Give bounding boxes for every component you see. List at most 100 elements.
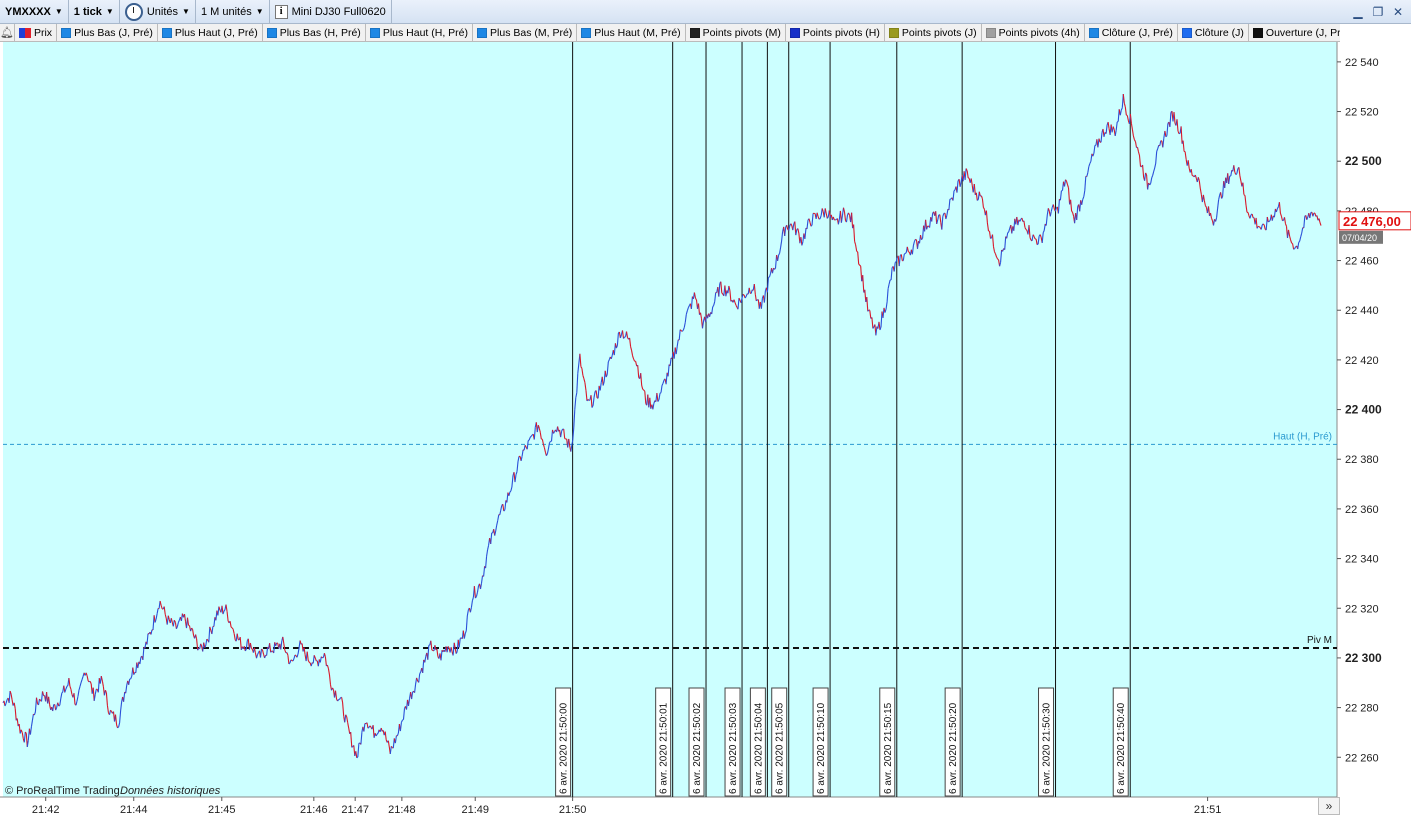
price-segment [756, 300, 757, 301]
instrument-name: Mini DJ30 Full0620 [292, 6, 386, 18]
legend-swatch [1253, 28, 1263, 38]
price-segment [589, 400, 590, 401]
price-segment [291, 660, 292, 661]
legend-item[interactable]: Plus Haut (M, Pré) [577, 24, 685, 42]
price-segment [1061, 190, 1062, 191]
info-icon[interactable]: i [275, 5, 288, 19]
chart-area[interactable]: 22 26022 28022 30022 32022 34022 36022 3… [0, 42, 1411, 819]
legend-item[interactable]: Plus Bas (M, Pré) [473, 24, 577, 42]
instrument-info[interactable]: i Mini DJ30 Full0620 [270, 0, 392, 24]
x-tick-label: 21:47 [341, 804, 369, 816]
price-segment [565, 439, 566, 440]
x-tick-label: 21:44 [120, 804, 148, 816]
minimize-icon[interactable]: ▁ [1351, 5, 1365, 19]
units-label: Unités [147, 6, 178, 18]
y-tick-label: 22 460 [1345, 256, 1379, 268]
indicator-legend: 🔔︎ Prix Plus Bas (J, Pré)Plus Haut (J, Pr… [0, 24, 1340, 42]
x-tick-label: 21:51 [1194, 804, 1222, 816]
price-segment [977, 200, 978, 201]
x-tick-label: 21:49 [461, 804, 489, 816]
y-tick-label: 22 320 [1345, 603, 1379, 615]
price-segment [403, 719, 404, 720]
units-count-selector[interactable]: 1 M unités ▼ [196, 0, 270, 24]
data-note-text: Données historiques [120, 785, 221, 797]
legend-item[interactable]: Points pivots (H) [786, 24, 885, 42]
price-segment [991, 238, 992, 239]
legend-swatch [61, 28, 71, 38]
current-date-label: 07/04/20 [1342, 233, 1377, 243]
price-segment [1292, 243, 1293, 244]
price-segment [819, 219, 820, 220]
price-segment [189, 625, 190, 626]
price-segment [67, 685, 68, 686]
event-marker-label: 6 avr. 2020 21:50:30 [1042, 702, 1053, 794]
x-tick-label: 21:50 [559, 804, 587, 816]
event-marker-label: 6 avr. 2020 21:50:20 [948, 702, 959, 794]
interval-selector[interactable]: 1 tick ▼ [69, 0, 120, 24]
legend-item[interactable]: Ouverture (J, Pré) [1249, 24, 1340, 42]
price-segment [1026, 229, 1027, 230]
legend-label: Plus Haut (M, Pré) [594, 27, 680, 39]
event-marker-label: 6 avr. 2020 21:50:15 [883, 702, 894, 794]
legend-item[interactable]: Clôture (J, Pré) [1085, 24, 1178, 42]
y-tick-label: 22 440 [1345, 305, 1379, 317]
reference-line-label: Haut (H, Pré) [1273, 431, 1332, 442]
window-controls: ▁ ❐ ✕ [1351, 5, 1411, 19]
event-marker-label: 6 avr. 2020 21:50:00 [559, 702, 570, 794]
x-tick-label: 21:42 [32, 804, 60, 816]
legend-item[interactable]: Points pivots (4h) [982, 24, 1085, 42]
legend-item[interactable]: Points pivots (M) [686, 24, 786, 42]
price-segment [295, 655, 296, 656]
y-tick-label: 22 280 [1345, 703, 1379, 715]
legend-label: Points pivots (H) [803, 27, 880, 39]
price-segment [59, 705, 60, 706]
price-segment [262, 649, 263, 650]
legend-item[interactable]: Plus Haut (H, Pré) [366, 24, 473, 42]
price-segment [643, 389, 644, 390]
legend-swatch [889, 28, 899, 38]
price-segment [357, 757, 358, 758]
symbol-label: YMXXXX [5, 6, 51, 18]
price-segment [118, 727, 119, 728]
y-tick-label: 22 360 [1345, 504, 1379, 516]
legend-label: Plus Bas (M, Pré) [490, 27, 572, 39]
legend-swatch [1089, 28, 1099, 38]
legend-label: Clôture (J) [1195, 27, 1244, 39]
copyright-text: © ProRealTime Trading [5, 785, 120, 797]
legend-item[interactable]: Points pivots (J) [885, 24, 982, 42]
price-segment [768, 277, 769, 278]
symbol-selector[interactable]: YMXXXX ▼ [0, 0, 69, 24]
y-tick-label: 22 500 [1345, 154, 1382, 168]
restore-icon[interactable]: ❐ [1371, 5, 1385, 19]
event-marker-label: 6 avr. 2020 21:50:01 [659, 702, 670, 794]
event-marker-label: 6 avr. 2020 21:50:05 [775, 702, 786, 794]
event-marker-label: 6 avr. 2020 21:50:10 [816, 702, 827, 794]
legend-swatch [19, 28, 31, 38]
legend-item[interactable]: Clôture (J) [1178, 24, 1249, 42]
price-segment [660, 393, 661, 394]
y-tick-label: 22 400 [1345, 403, 1382, 417]
price-segment [998, 259, 999, 260]
legend-item[interactable]: Plus Bas (H, Pré) [263, 24, 366, 42]
scroll-right-icon[interactable]: » [1318, 797, 1340, 815]
price-segment [1126, 115, 1127, 116]
legend-swatch [790, 28, 800, 38]
y-tick-label: 22 540 [1345, 57, 1379, 69]
price-segment [682, 330, 683, 331]
units-selector[interactable]: Unités ▼ [120, 0, 196, 24]
price-chart[interactable]: 22 26022 28022 30022 32022 34022 36022 3… [0, 42, 1411, 819]
legend-swatch [690, 28, 700, 38]
legend-label: Prix [34, 27, 52, 39]
legend-item[interactable]: Plus Haut (J, Pré) [158, 24, 263, 42]
price-segment [251, 648, 252, 649]
legend-item[interactable]: Prix [15, 24, 57, 42]
price-segment [510, 491, 511, 492]
chevron-down-icon: ▼ [106, 7, 114, 16]
legend-label: Plus Haut (H, Pré) [383, 27, 468, 39]
price-segment [869, 310, 870, 311]
close-icon[interactable]: ✕ [1391, 5, 1405, 19]
bell-icon[interactable]: 🔔︎ [0, 24, 15, 42]
legend-label: Clôture (J, Pré) [1102, 27, 1173, 39]
y-tick-label: 22 520 [1345, 107, 1379, 119]
legend-item[interactable]: Plus Bas (J, Pré) [57, 24, 158, 42]
